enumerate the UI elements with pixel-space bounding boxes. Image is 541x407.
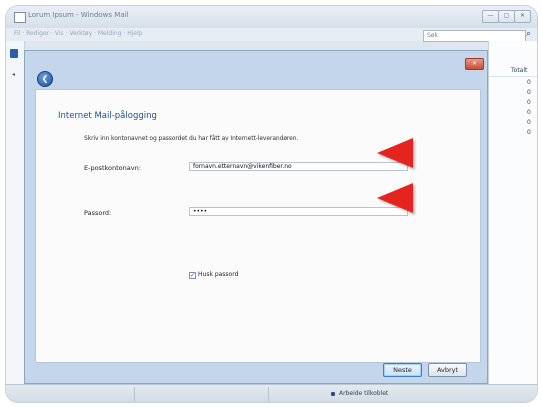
status-divider <box>268 387 269 401</box>
next-button[interactable]: Neste <box>383 363 422 377</box>
main-window: Lorum Ipsum - Windows Mail — ▢ ✕ Fil · R… <box>6 6 537 402</box>
menu-items[interactable]: Fil · Rediger · Vis · Verktøy · Melding … <box>14 30 143 37</box>
back-arrow-icon[interactable]: ❮ <box>37 71 53 87</box>
message-count-column: Totalt 0 0 0 0 0 0 <box>488 41 537 384</box>
minimize-button[interactable]: — <box>482 10 499 23</box>
remember-password-label[interactable]: Husk passord <box>198 271 238 278</box>
app-icon <box>14 12 26 23</box>
cancel-button[interactable]: Avbryt <box>428 363 467 377</box>
count-value: 0 <box>527 129 531 136</box>
status-divider <box>134 387 135 401</box>
close-window-button[interactable]: ✕ <box>514 10 531 23</box>
username-input[interactable]: fornavn.etternavn@vikenfiber.no <box>189 162 408 171</box>
count-value: 0 <box>527 109 531 116</box>
folder-tab-icon[interactable] <box>10 49 18 58</box>
count-value: 0 <box>527 99 531 106</box>
search-placeholder: Søk <box>427 32 438 39</box>
password-input[interactable]: •••• <box>189 207 408 216</box>
search-icon[interactable]: ⌕ <box>526 29 531 39</box>
count-value: 0 <box>527 89 531 96</box>
status-bar: Arbeide tilkoblet <box>6 384 537 402</box>
maximize-button[interactable]: ▢ <box>498 10 515 23</box>
annotation-arrow-password <box>377 183 413 213</box>
folder-pane-strip: ◂ <box>6 41 25 384</box>
count-value: 0 <box>527 119 531 126</box>
instruction-text: Skriv inn kontonavnet og passordet du ha… <box>84 135 299 142</box>
title-bar: Lorum Ipsum - Windows Mail — ▢ ✕ <box>6 6 537 28</box>
checkmark-icon: ✓ <box>190 272 196 279</box>
mail-logon-dialog: ✕ ❮ Internet Mail-pålogging Skriv inn ko… <box>24 50 488 384</box>
annotation-arrow-username <box>377 138 413 168</box>
connection-status: Arbeide tilkoblet <box>339 390 389 397</box>
expand-arrow-icon[interactable]: ◂ <box>12 71 15 78</box>
online-status-icon <box>331 392 335 396</box>
username-label: E-postkontonavn: <box>84 164 141 172</box>
dialog-close-button[interactable]: ✕ <box>465 58 484 70</box>
remember-password-checkbox[interactable]: ✓ <box>189 272 196 279</box>
dialog-heading: Internet Mail-pålogging <box>58 111 157 121</box>
password-label: Passord: <box>84 209 112 217</box>
window-title: Lorum Ipsum - Windows Mail <box>28 11 129 19</box>
count-value: 0 <box>527 79 531 86</box>
dialog-content: Internet Mail-pålogging Skriv inn konton… <box>35 89 481 363</box>
column-header-total[interactable]: Totalt <box>489 65 537 77</box>
